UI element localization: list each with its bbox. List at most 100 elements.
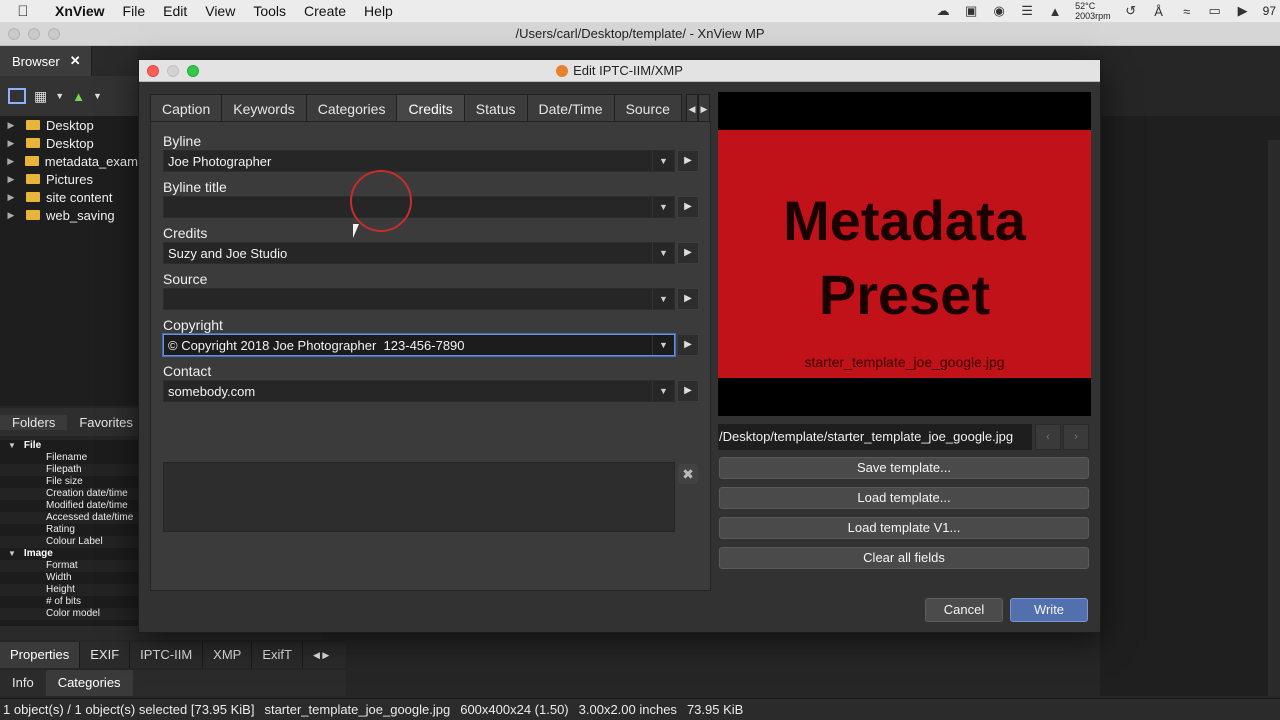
tabs-left-icon[interactable]: ◀: [685, 94, 698, 122]
battery-percent[interactable]: 97: [1263, 4, 1276, 18]
prev-file-button[interactable]: ‹: [1035, 424, 1061, 450]
tab-source[interactable]: Source: [613, 94, 682, 122]
sort-icon[interactable]: ▲: [72, 89, 85, 104]
upload-icon[interactable]: ▲: [1047, 4, 1063, 19]
view-grid-icon[interactable]: ▦: [34, 88, 47, 105]
chevron-down-icon[interactable]: ▼: [652, 289, 674, 309]
camera-icon[interactable]: ◉: [991, 3, 1007, 19]
load-template-button[interactable]: Load template...: [719, 487, 1089, 509]
source-combo[interactable]: ▼: [163, 288, 675, 310]
tree-item[interactable]: ▶ site content: [0, 188, 138, 206]
collapse-icon[interactable]: ▼: [8, 549, 16, 558]
tree-item[interactable]: ▶ Pictures: [0, 170, 138, 188]
airplay-icon[interactable]: ▭: [1207, 3, 1223, 19]
expand-icon[interactable]: ▶: [4, 120, 18, 131]
tab-status[interactable]: Status: [463, 94, 527, 122]
creative-cloud-icon[interactable]: ☁: [935, 3, 951, 19]
volume-icon[interactable]: ▶: [1235, 3, 1251, 19]
byline-title-combo[interactable]: ▼: [163, 196, 675, 218]
zoom-window-icon[interactable]: [48, 28, 60, 40]
contact-insert-button[interactable]: ▶: [677, 380, 699, 402]
tabs-right-icon[interactable]: ▶: [697, 94, 710, 122]
view-dropdown-icon[interactable]: ▼: [55, 91, 64, 101]
menu-tools[interactable]: Tools: [244, 3, 295, 19]
tab-properties[interactable]: Properties: [0, 642, 81, 668]
tab-categories[interactable]: Categories: [45, 670, 133, 696]
tab-caption[interactable]: Caption: [150, 94, 222, 122]
fullscreen-icon[interactable]: [8, 88, 26, 104]
clear-all-fields-button[interactable]: Clear all fields: [719, 547, 1089, 569]
copyright-insert-button[interactable]: ▶: [677, 334, 699, 356]
byline-input[interactable]: [164, 151, 652, 171]
tab-info[interactable]: Info: [0, 670, 46, 696]
time-machine-icon[interactable]: ↺: [1123, 3, 1139, 19]
property-group-image[interactable]: ▼ Image: [0, 548, 138, 560]
temperature-readout[interactable]: 52°C 2003rpm: [1075, 1, 1111, 21]
zoom-dialog-icon[interactable]: [187, 65, 199, 77]
property-group-file[interactable]: ▼ File: [0, 440, 138, 452]
tabs-scroll-icon[interactable]: ◀ ▶: [303, 642, 339, 668]
next-file-button[interactable]: ›: [1063, 424, 1089, 450]
tree-item[interactable]: ▶ Desktop: [0, 134, 138, 152]
thumbnail-scrollbar[interactable]: [1268, 140, 1280, 696]
drive-icon[interactable]: ☰: [1019, 3, 1035, 19]
expand-icon[interactable]: ▶: [4, 156, 17, 167]
load-template-v1-button[interactable]: Load template V1...: [719, 517, 1089, 539]
byline-combo[interactable]: ▼: [163, 150, 675, 172]
bluetooth-icon[interactable]: Å: [1151, 4, 1167, 19]
copyright-combo[interactable]: ▼: [163, 334, 675, 356]
tab-credits[interactable]: Credits: [396, 94, 464, 122]
contact-combo[interactable]: ▼: [163, 380, 675, 402]
menu-create[interactable]: Create: [295, 3, 355, 19]
byline-insert-button[interactable]: ▶: [677, 150, 699, 172]
expand-icon[interactable]: ▶: [4, 138, 18, 149]
expand-icon[interactable]: ▶: [4, 192, 18, 203]
save-template-button[interactable]: Save template...: [719, 457, 1089, 479]
menu-help[interactable]: Help: [355, 3, 402, 19]
collapse-icon[interactable]: ▼: [8, 441, 16, 450]
credits-insert-button[interactable]: ▶: [677, 242, 699, 264]
expand-icon[interactable]: ▶: [4, 174, 18, 185]
source-input[interactable]: [164, 289, 652, 309]
tab-favorites[interactable]: Favorites: [67, 415, 144, 430]
contact-details-area[interactable]: [163, 462, 675, 532]
tree-item[interactable]: ▶ metadata_exam: [0, 152, 138, 170]
tab-keywords[interactable]: Keywords: [221, 94, 306, 122]
cancel-button[interactable]: Cancel: [925, 598, 1003, 622]
clear-contact-icon[interactable]: ✖: [678, 464, 698, 484]
credits-input[interactable]: [164, 243, 652, 263]
byline-title-insert-button[interactable]: ▶: [677, 196, 699, 218]
write-button[interactable]: Write: [1010, 598, 1088, 622]
close-dialog-icon[interactable]: [147, 65, 159, 77]
chevron-down-icon[interactable]: ▼: [652, 243, 674, 263]
source-insert-button[interactable]: ▶: [677, 288, 699, 310]
apple-icon[interactable]: : [0, 3, 46, 20]
copyright-input[interactable]: [164, 335, 652, 355]
chevron-down-icon[interactable]: ▼: [652, 381, 674, 401]
sort-dropdown-icon[interactable]: ▼: [93, 91, 102, 101]
minimize-window-icon[interactable]: [28, 28, 40, 40]
tree-item[interactable]: ▶ web_saving: [0, 206, 138, 224]
tree-item[interactable]: ▶ Desktop: [0, 116, 138, 134]
tab-exiftool[interactable]: ExifT: [252, 642, 303, 668]
credits-combo[interactable]: ▼: [163, 242, 675, 264]
contact-input[interactable]: [164, 381, 652, 401]
menu-edit[interactable]: Edit: [154, 3, 196, 19]
tab-folders[interactable]: Folders: [0, 414, 68, 430]
close-tab-icon[interactable]: ✕: [70, 53, 81, 69]
tab-iptc[interactable]: IPTC-IIM: [130, 642, 204, 668]
chevron-down-icon[interactable]: ▼: [652, 197, 674, 217]
menu-app[interactable]: XnView: [46, 3, 114, 19]
folder-icon[interactable]: ▣: [963, 3, 979, 19]
tab-exif[interactable]: EXIF: [80, 642, 131, 668]
close-window-icon[interactable]: [8, 28, 20, 40]
tab-categories[interactable]: Categories: [305, 94, 397, 122]
expand-icon[interactable]: ▶: [4, 210, 18, 221]
chevron-down-icon[interactable]: ▼: [652, 151, 674, 171]
tab-xmp[interactable]: XMP: [203, 642, 253, 668]
chevron-down-icon[interactable]: ▼: [652, 335, 674, 355]
tab-datetime[interactable]: Date/Time: [526, 94, 614, 122]
menu-view[interactable]: View: [196, 3, 244, 19]
wifi-icon[interactable]: ≈: [1179, 4, 1195, 19]
menu-file[interactable]: File: [114, 3, 155, 19]
